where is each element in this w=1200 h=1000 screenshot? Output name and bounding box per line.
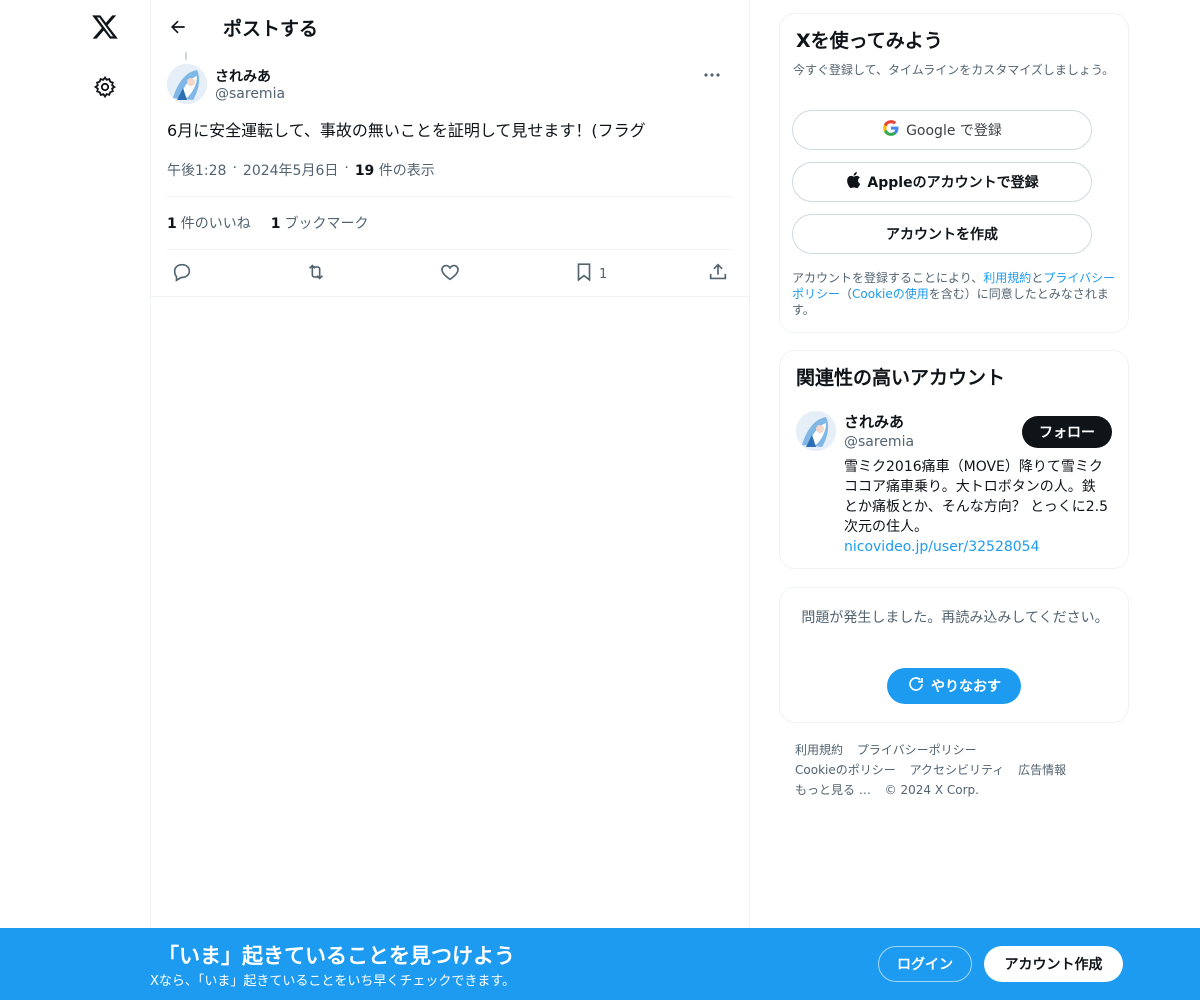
views-count: 19 [354, 163, 375, 179]
x-logo-icon[interactable] [88, 10, 122, 44]
cookie-use-link[interactable]: Cookieの使用 [852, 287, 929, 301]
main-column: ポストする されみあ @saremia 6月に安全運転して、事故の無いことを証明… [150, 0, 750, 1000]
bookmarks-label: ブックマーク [284, 216, 369, 232]
post-text: 6月に安全運転して、事故の無いことを証明して見せます！(フラグ [167, 121, 646, 140]
bookmarks-stat[interactable]: 1 ブックマーク [271, 213, 369, 233]
divider [167, 249, 733, 250]
meta-separator: · [344, 160, 349, 176]
apple-signup-button[interactable]: Appleのアカウントで登録 [792, 162, 1092, 202]
related-account-handle[interactable]: @saremia [844, 434, 914, 450]
author-handle[interactable]: @saremia [215, 86, 285, 102]
meta-separator: · [232, 160, 237, 176]
terms-prefix: アカウントを登録することにより、 [792, 271, 984, 285]
avatar[interactable] [167, 64, 207, 104]
author-name[interactable]: されみあ [215, 66, 271, 86]
post-time[interactable]: 午後1:28 [167, 160, 226, 180]
terms-of-service-link[interactable]: 利用規約 [983, 271, 1031, 285]
banner-subtitle: Xなら、「いま」起きていることをいち早くチェックできます。 [150, 974, 516, 989]
back-arrow-icon[interactable] [163, 12, 193, 42]
share-button[interactable] [707, 262, 729, 286]
post-date[interactable]: 2024年5月6日 [243, 160, 338, 180]
post-meta: 午後1:28 · 2024年5月6日 · 19 件の表示 [167, 160, 435, 180]
signup-subtitle: 今すぐ登録して、タイムラインをカスタマイズしましょう。 [793, 63, 1115, 77]
page-header: ポストする [151, 0, 749, 54]
bookmark-count: 1 [599, 266, 608, 282]
terms-text: アカウントを登録することにより、利用規約とプライバシーポリシー（Cookieの使… [792, 270, 1122, 318]
related-title: 関連性の高いアカウント [796, 367, 1006, 389]
gear-icon[interactable] [90, 72, 120, 102]
footer-row: もっと見る … © 2024 X Corp. [795, 780, 1115, 800]
share-icon [707, 261, 729, 287]
repost-icon [305, 261, 327, 287]
bookmarks-count: 1 [270, 216, 281, 232]
create-account-label: アカウントを作成 [886, 227, 998, 243]
related-account-name[interactable]: されみあ [844, 411, 904, 432]
signup-title: Xを使ってみよう [796, 30, 943, 52]
left-nav [0, 0, 150, 1000]
post-author: されみあ @saremia [167, 64, 737, 108]
reply-icon [171, 261, 193, 287]
footer-row: 利用規約 プライバシーポリシー [795, 740, 1115, 760]
footer-link-ads[interactable]: 広告情報 [1018, 763, 1066, 777]
page-title: ポストする [223, 18, 319, 40]
likes-count: 1 [167, 216, 177, 232]
avatar[interactable] [796, 411, 836, 451]
views-label: 件の表示 [378, 163, 435, 179]
signup-card: Xを使ってみよう 今すぐ登録して、タイムラインをカスタマイズしましょう。 Goo… [779, 13, 1129, 333]
error-card: 問題が発生しました。再読み込みしてください。 やりなおす [779, 587, 1129, 723]
post-stats: 1 件のいいね 1 ブックマーク [167, 213, 369, 233]
related-account-bio: 雪ミク2016痛車（MOVE）降りて雪ミクココア痛車乗り。大トロボタンの人。鉄と… [844, 457, 1108, 557]
bio-text: 雪ミク2016痛車（MOVE）降りて雪ミクココア痛車乗り。大トロボタンの人。鉄と… [844, 459, 1109, 535]
banner-title: 「いま」起きていることを見つけよう [158, 944, 515, 968]
signup-button[interactable]: アカウント作成 [984, 946, 1123, 982]
terms-and: と [1031, 271, 1044, 285]
footer-link-terms[interactable]: 利用規約 [795, 743, 843, 757]
like-button[interactable] [439, 262, 461, 286]
footer-links: 利用規約 プライバシーポリシー Cookieのポリシー アクセシビリティ 広告情… [795, 740, 1115, 800]
thread-line [185, 52, 187, 60]
bookmark-icon [573, 261, 595, 287]
apple-signup-label: Appleのアカウントで登録 [867, 175, 1039, 191]
footer-row: Cookieのポリシー アクセシビリティ 広告情報 [795, 760, 1115, 780]
likes-label: 件のいいね [180, 216, 251, 232]
bookmark-button[interactable]: 1 [573, 262, 607, 286]
likes-stat[interactable]: 1 件のいいね [167, 213, 251, 233]
error-message: 問題が発生しました。再読み込みしてください。 [801, 610, 1109, 626]
repost-button[interactable] [305, 262, 327, 286]
related-accounts-card: 関連性の高いアカウント されみあ @saremia フォロー 雪ミク2016痛車… [779, 350, 1129, 569]
google-icon [882, 119, 900, 141]
google-signup-button[interactable]: Google で登録 [792, 110, 1092, 150]
terms-paren: （ [840, 287, 853, 301]
footer-link-accessibility[interactable]: アクセシビリティ [910, 763, 1005, 777]
reply-button[interactable] [171, 262, 193, 286]
bio-link[interactable]: nicovideo.jp/user/32528054 [844, 537, 1108, 557]
divider [167, 196, 733, 197]
apple-icon [845, 171, 861, 193]
login-button[interactable]: ログイン [878, 946, 972, 982]
more-icon[interactable] [697, 64, 727, 86]
refresh-icon [907, 675, 925, 697]
retry-label: やりなおす [931, 679, 1001, 695]
google-signup-label: Google で登録 [906, 123, 1002, 139]
post-actions: 1 [151, 256, 749, 296]
footer-link-privacy[interactable]: プライバシーポリシー [857, 743, 977, 757]
footer-link-cookie[interactable]: Cookieのポリシー [795, 763, 896, 777]
bottom-banner: 「いま」起きていることを見つけよう Xなら、「いま」起きていることをいち早くチェ… [0, 928, 1200, 1000]
follow-button[interactable]: フォロー [1022, 416, 1112, 448]
heart-icon [439, 261, 461, 287]
views-stat: 19 件の表示 [355, 160, 435, 180]
footer-link-more[interactable]: もっと見る … [795, 783, 871, 797]
create-account-button[interactable]: アカウントを作成 [792, 214, 1092, 254]
retry-button[interactable]: やりなおす [887, 668, 1021, 704]
copyright: © 2024 X Corp. [884, 783, 979, 797]
divider [151, 296, 749, 297]
